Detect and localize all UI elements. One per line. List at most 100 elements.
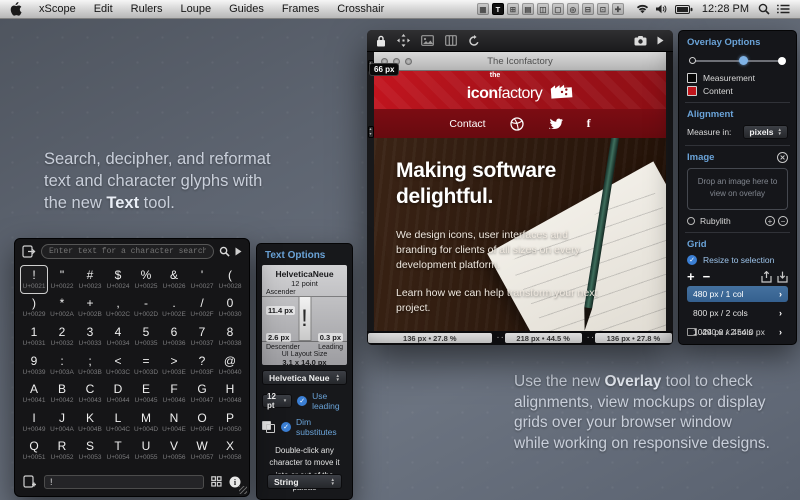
move-icon[interactable] <box>397 34 410 47</box>
substitutes-icon[interactable] <box>262 421 276 433</box>
glyph-cell[interactable]: J U+004A <box>48 408 76 437</box>
refresh-icon[interactable] <box>468 35 480 47</box>
iconfactory-logo[interactable]: theiconfactory <box>467 78 573 103</box>
measure-unit-select[interactable]: pixels ▲▼ <box>743 125 788 139</box>
glyph-cell[interactable]: > U+003E <box>160 351 188 380</box>
glyph-cell[interactable]: 2 U+0032 <box>48 322 76 351</box>
xscope-tool-icon[interactable]: T <box>492 3 504 15</box>
glyph-cell[interactable]: X U+0058 <box>216 437 244 466</box>
glyph-cell[interactable]: 4 U+0034 <box>104 322 132 351</box>
add-to-string-icon[interactable] <box>23 475 37 488</box>
glyph-cell[interactable]: 1 U+0031 <box>20 322 48 351</box>
column-measurement-segment[interactable]: 136 px • 27.8 % <box>368 333 492 343</box>
image-overlay-icon[interactable] <box>421 35 434 46</box>
glyph-cell[interactable]: " U+0022 <box>48 265 76 294</box>
menu-item[interactable]: Crosshair <box>328 0 393 19</box>
glyph-cell[interactable]: Q U+0051 <box>20 437 48 466</box>
glyph-cell[interactable]: ! U+0021 <box>20 265 48 294</box>
height-measurement-tag[interactable]: 66 px <box>369 63 399 76</box>
glyph-cell[interactable]: / U+002F <box>188 294 216 323</box>
columns-grid-icon[interactable] <box>445 35 457 46</box>
glyph-cell[interactable]: L U+004C <box>104 408 132 437</box>
xscope-tool-icon[interactable]: ▢ <box>552 3 564 15</box>
glyph-cell[interactable]: R U+0052 <box>48 437 76 466</box>
menu-item[interactable]: Loupe <box>171 0 220 19</box>
export-grid-icon[interactable] <box>761 271 772 283</box>
glyph-cell[interactable]: M U+004D <box>132 408 160 437</box>
glyph-cell[interactable]: # U+0023 <box>76 265 104 294</box>
measurement-color-swatch[interactable] <box>687 73 697 83</box>
zoom-out-icon[interactable]: − <box>778 216 788 226</box>
volume-icon[interactable] <box>656 4 668 14</box>
glyph-cell[interactable]: % U+0025 <box>132 265 160 294</box>
glyph-cell[interactable]: G U+0047 <box>188 379 216 408</box>
glyph-cell[interactable]: ? U+003F <box>188 351 216 380</box>
menu-item[interactable]: Edit <box>85 0 122 19</box>
glyph-cell[interactable]: S U+0053 <box>76 437 104 466</box>
zoom-in-icon[interactable]: + <box>765 216 775 226</box>
character-string-input[interactable] <box>44 475 204 489</box>
glyph-cell[interactable]: 8 U+0038 <box>216 322 244 351</box>
menu-item[interactable]: Guides <box>220 0 273 19</box>
font-family-select[interactable]: Helvetica Neue ▲▼ <box>262 370 347 385</box>
glyph-cell[interactable]: = U+003D <box>132 351 160 380</box>
glyph-cell[interactable]: 3 U+0033 <box>76 322 104 351</box>
battery-icon[interactable] <box>675 5 693 14</box>
glyph-cell[interactable]: : U+003A <box>48 351 76 380</box>
resize-to-selection-checkbox[interactable]: ✓ <box>687 255 697 265</box>
ruler-rail-right[interactable] <box>666 52 673 331</box>
column-measurement-segment[interactable]: 218 px • 44.5 % <box>505 333 582 343</box>
xscope-tool-icon[interactable]: ◎ <box>567 3 579 15</box>
nav-contact-link[interactable]: Contact <box>449 118 485 130</box>
glyph-cell[interactable]: . U+002E <box>160 294 188 323</box>
slider-min-icon[interactable] <box>689 57 696 64</box>
glyph-cell[interactable]: < U+003C <box>104 351 132 380</box>
string-mode-select[interactable]: String ▲▼ <box>267 474 342 489</box>
glyph-cell[interactable]: U U+0055 <box>132 437 160 466</box>
xscope-tool-icon[interactable]: ▤ <box>522 3 534 15</box>
glyph-cell[interactable]: + U+002B <box>76 294 104 323</box>
glyph-cell[interactable]: ( U+0028 <box>216 265 244 294</box>
glyph-cell[interactable]: 7 U+0037 <box>188 322 216 351</box>
dribbble-icon[interactable] <box>510 117 524 131</box>
glyph-cell[interactable]: 6 U+0036 <box>160 322 188 351</box>
glyph-cell[interactable]: K U+004B <box>76 408 104 437</box>
grid-preset-row[interactable]: 480 px / 1 col › <box>687 286 788 302</box>
browser-title-bar[interactable]: The Iconfactory <box>374 52 666 71</box>
opacity-slider[interactable] <box>689 55 786 67</box>
import-grid-icon[interactable] <box>777 271 788 283</box>
glyph-cell[interactable]: $ U+0024 <box>104 265 132 294</box>
use-leading-checkbox[interactable]: ✓ <box>297 396 307 406</box>
rubylith-radio[interactable] <box>687 217 695 225</box>
glyph-cell[interactable]: W U+0057 <box>188 437 216 466</box>
window-resize-handle[interactable] <box>239 486 247 494</box>
facebook-icon[interactable]: f <box>587 116 591 131</box>
menu-item[interactable]: Frames <box>273 0 328 19</box>
glyph-cell[interactable]: H U+0048 <box>216 379 244 408</box>
glyph-cell[interactable]: C U+0043 <box>76 379 104 408</box>
glyph-cell[interactable]: 9 U+0039 <box>20 351 48 380</box>
camera-snapshot-icon[interactable] <box>634 36 647 46</box>
image-drop-zone[interactable]: Drop an image here to view on overlay <box>687 168 788 210</box>
grid-view-icon[interactable] <box>211 476 222 487</box>
character-search-input[interactable] <box>41 244 214 259</box>
glyph-metric-track[interactable]: ! <box>298 296 311 341</box>
dim-substitutes-checkbox[interactable]: ✓ <box>281 422 291 432</box>
disclosure-play-icon[interactable] <box>235 247 242 256</box>
glyph-cell[interactable]: T U+0054 <box>104 437 132 466</box>
spotlight-icon[interactable] <box>758 3 770 15</box>
remove-grid-button[interactable]: − <box>703 272 711 282</box>
glyph-cell[interactable]: @ U+0040 <box>216 351 244 380</box>
xscope-tool-icon[interactable]: ▦ <box>477 3 489 15</box>
glyph-cell[interactable]: 0 U+0030 <box>216 294 244 323</box>
glyph-cell[interactable]: B U+0042 <box>48 379 76 408</box>
add-grid-button[interactable]: + <box>687 272 695 282</box>
glyph-cell[interactable]: F U+0046 <box>160 379 188 408</box>
xscope-tool-icon[interactable]: ⊡ <box>597 3 609 15</box>
apple-menu-icon[interactable] <box>10 2 24 16</box>
menu-item[interactable]: Rulers <box>122 0 172 19</box>
notification-center-icon[interactable] <box>777 4 790 14</box>
glyph-cell[interactable]: ; U+003B <box>76 351 104 380</box>
glyph-cell[interactable]: I U+0049 <box>20 408 48 437</box>
twitter-icon[interactable] <box>548 118 563 130</box>
